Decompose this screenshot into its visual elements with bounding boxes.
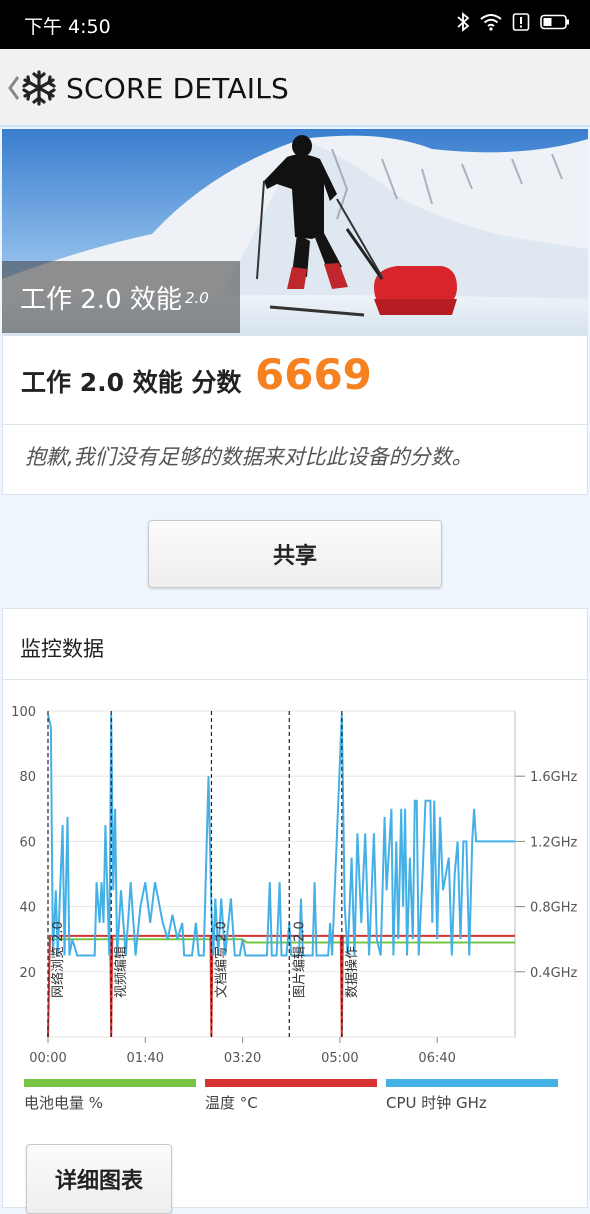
page-title: SCORE DETAILS [66,72,289,105]
y-left-tick-label: 20 [19,966,36,981]
x-tick-label: 05:00 [321,1051,358,1066]
app-bar: SCORE DETAILS [0,49,590,127]
y-left-tick-label: 60 [19,835,36,850]
legend-swatch-temperature [205,1079,377,1087]
divider [3,424,587,425]
y-left-tick-label: 100 [11,705,36,720]
detailed-chart-button[interactable]: 详细图表 [26,1144,172,1214]
legend-swatch-cpu [386,1079,558,1087]
y-left-tick-label: 40 [19,901,36,916]
y-right-tick-label: 1.6GHz [530,770,578,785]
test-marker-label: 网络浏览 2.0 [50,921,66,998]
x-tick-label: 06:40 [418,1051,455,1066]
legend-swatch-battery [24,1079,196,1087]
divider [3,679,587,680]
legend-item-cpu: CPU 时钟 GHz [386,1079,558,1113]
benchmark-name: 工作 2.0 效能 [20,285,182,315]
score-label: 工作 2.0 效能 分数 [21,368,242,397]
score-value: 6669 [255,350,372,399]
y-right-tick-label: 0.8GHz [530,901,578,916]
test-marker-label: 数据操作 [344,946,360,998]
bluetooth-icon [457,12,470,32]
benchmark-hero-image: 工作 2.0 效能 2.0 [2,129,588,335]
3dmark-snowflake-logo-icon [22,70,56,106]
battery-icon [540,14,569,30]
share-button[interactable]: 共享 [148,520,442,588]
monitoring-chart-svg: 20 40 60 80 100 0.4GHz 0.8GHz 1.2GHz 1.6GHz 00:00… [11,705,578,1066]
legend-item-battery: 电池电量 % [24,1079,196,1113]
legend-label-cpu: CPU 时钟 GHz [386,1094,487,1112]
status-icons [456,12,570,32]
benchmark-version: 2.0 [185,289,209,307]
test-marker-label: 视频编辑 [114,946,129,998]
alert-icon [512,13,530,31]
y-right-tick-label: 1.2GHz [530,835,578,850]
test-marker-label: 图片编辑 2.0 [292,921,307,998]
legend-item-temperature: 温度 °C [205,1079,377,1113]
score-card: 工作 2.0 效能 分数 6669 抱歉,我们没有足够的数据来对比此设备的分数。 [2,335,588,495]
comparison-note: 抱歉,我们没有足够的数据来对比此设备的分数。 [25,445,473,469]
monitoring-card: 监控数据 20 40 60 80 100 0.4GHz 0.8GHz 1.2GHz 1.6GHz… [2,608,589,1214]
wifi-icon [480,14,502,31]
y-right-tick-label: 0.4GHz [530,966,578,981]
test-marker-label: 文档编写 2.0 [214,921,229,998]
x-tick-label: 00:00 [29,1051,66,1066]
monitoring-chart[interactable]: 20 40 60 80 100 0.4GHz 0.8GHz 1.2GHz 1.6GHz 00:00… [3,681,589,1081]
status-bar: 下午 4:50 [0,0,590,49]
y-left-tick-label: 80 [19,770,36,785]
x-tick-label: 03:20 [224,1051,261,1066]
monitoring-title: 监控数据 [20,637,104,661]
legend-label-temperature: 温度 °C [205,1094,258,1112]
status-time: 下午 4:50 [24,16,111,38]
legend-label-battery: 电池电量 % [24,1094,104,1112]
x-tick-label: 01:40 [127,1051,164,1066]
